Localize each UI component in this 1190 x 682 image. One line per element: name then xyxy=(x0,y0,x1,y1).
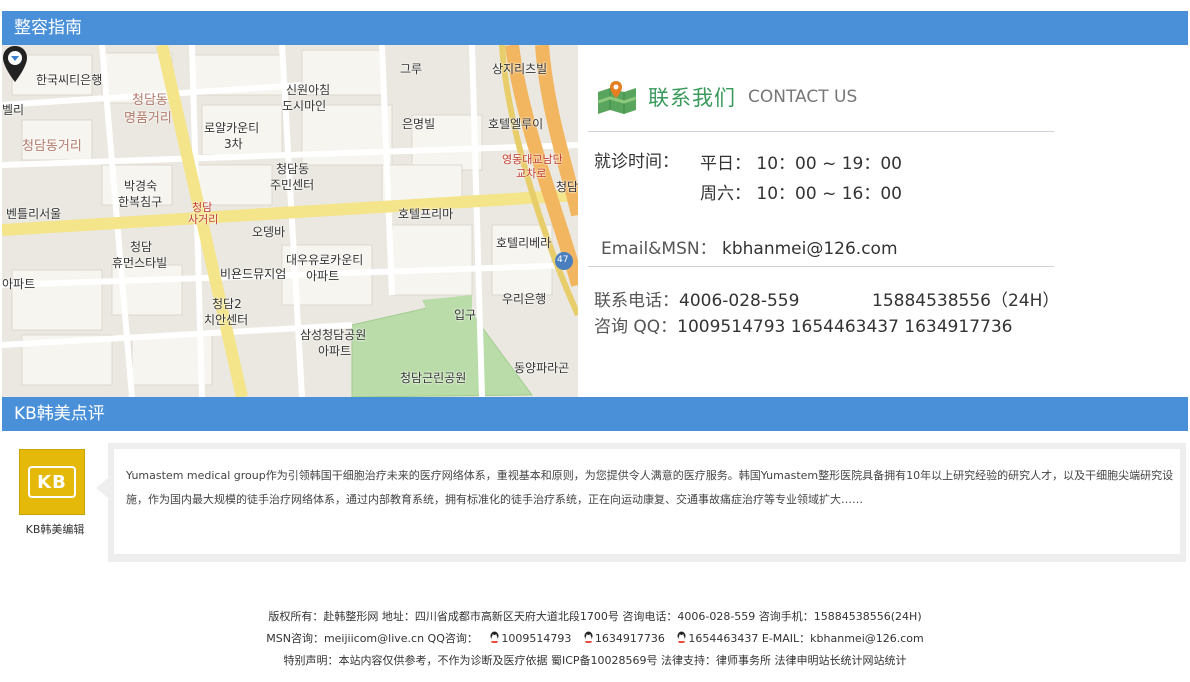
footer-qq3-link[interactable]: 1654463437 xyxy=(688,632,758,645)
phone-value: 4006-028-559 xyxy=(679,291,800,311)
map-label: 상지리츠빌 xyxy=(492,62,548,76)
saturday-hours: 周六： 10：00 ~ 16：00 xyxy=(700,184,902,204)
footer-qq1-link[interactable]: 1009514793 xyxy=(501,632,571,645)
map-label: 신원아침 xyxy=(286,83,331,97)
phone-row: 联系电话：4006-028-559 xyxy=(594,286,799,311)
location-map[interactable]: 한국씨티은행 청담동 명품거리 청담동거리 벨리 로얄카운티 3차 신원아침 도… xyxy=(2,45,578,397)
map-label: 벨리 xyxy=(2,103,25,117)
kb-logo: KB xyxy=(28,466,76,498)
qq-icon[interactable] xyxy=(489,631,500,644)
mobile-value: 15884538556（24H） xyxy=(872,291,1060,311)
email-row: Email&MSN： kbhanmei@126.com xyxy=(601,234,898,259)
divider xyxy=(588,266,1054,267)
map-label: 명품거리 xyxy=(124,111,172,126)
qq-icon[interactable] xyxy=(583,631,594,644)
map-label: 호텔프리마 xyxy=(398,207,454,221)
map-label: 호텔엘루이 xyxy=(488,117,544,131)
editor-avatar: KB xyxy=(19,449,85,515)
map-label: 치안센터 xyxy=(204,313,249,327)
footer-disclaimer: 特别声明：本站内容仅供参考，不作为诊断及医疗依据 蜀ICP备10028569号 … xyxy=(0,650,1190,672)
map-label: 한국씨티은행 xyxy=(36,73,103,87)
qq-label: 咨询 QQ： xyxy=(594,317,678,337)
footer-qq2-link[interactable]: 1634917736 xyxy=(595,632,665,645)
map-label: 그루 xyxy=(400,62,423,76)
review-text: Yumastem medical group作为引领韩国干细胞治疗未来的医疗网络… xyxy=(114,449,1180,554)
map-label: 아파트 xyxy=(306,269,340,283)
map-pin-icon[interactable] xyxy=(2,45,28,83)
footer: 版权所有：赴韩整形网 地址：四川省成都市高新区天府大道北段1700号 咨询电话：… xyxy=(0,606,1190,672)
map-label: 주민센터 xyxy=(270,178,315,192)
map-label: 은명빌 xyxy=(402,117,436,131)
weekday-hours: 平日： 10：00 ~ 19：00 xyxy=(700,154,902,174)
map-label: 47 xyxy=(557,255,569,265)
hours-label: 就诊时间： xyxy=(594,152,679,172)
map-label: 사거리 xyxy=(188,213,219,226)
map-label: 비욘드뮤지엄 xyxy=(220,267,287,281)
email-value[interactable]: kbhanmei@126.com xyxy=(722,239,898,259)
map-label: 도시마인 xyxy=(282,99,327,113)
map-location-icon xyxy=(597,81,637,114)
map-label: 입구 xyxy=(454,308,477,322)
footer-law-firm-link[interactable]: 律师事务所 xyxy=(716,654,771,667)
map-label: 벤틀리서울 xyxy=(6,207,62,221)
map-label: 교차로 xyxy=(516,167,547,180)
map-label: 박경숙 xyxy=(124,179,158,193)
divider xyxy=(588,131,1054,132)
qq-value: 1009514793 1654463437 1634917736 xyxy=(677,317,1013,337)
footer-stats-link[interactable]: 站长统计 xyxy=(819,654,863,667)
qq-row: 咨询 QQ：1009514793 1654463437 1634917736 xyxy=(594,312,1012,337)
footer-copyright: 版权所有：赴韩整形网 地址：四川省成都市高新区天府大道北段1700号 咨询电话：… xyxy=(268,610,922,623)
map-label: 청담동 xyxy=(132,93,168,108)
review-bubble-arrow xyxy=(96,478,108,498)
map-label: 호텔리베라 xyxy=(496,236,552,250)
map-label: 아파트 xyxy=(318,344,352,358)
map-label: 오뎅바 xyxy=(252,225,286,239)
map-label: 청담 xyxy=(130,240,153,254)
footer-contact-line: MSN咨询：meijiicom@live.cn QQ咨询： 1009514793… xyxy=(0,628,1190,650)
footer-site-stats-link[interactable]: 网站统计 xyxy=(863,654,907,667)
map-label: 대우유로카운티 xyxy=(286,253,364,267)
footer-disclaimer-text: 特别声明：本站内容仅供参考，不作为诊断及医疗依据 蜀ICP备10028569号 … xyxy=(283,654,717,667)
map-label: 우리은행 xyxy=(502,292,547,306)
review-section-header: KB韩美点评 xyxy=(2,397,1188,431)
email-label: Email&MSN： xyxy=(601,239,717,259)
map-label: 로얄카운티 xyxy=(204,121,260,135)
contact-panel: 联系我们 CONTACT US 就诊时间： 平日： 10：00 ~ 19：00 … xyxy=(580,45,1188,397)
map-label: 청담동 xyxy=(276,162,310,176)
map-label: 한복침구 xyxy=(118,195,163,209)
footer-legal-link[interactable]: 法律申明 xyxy=(775,654,819,667)
review-box: Yumastem medical group作为引领韩国干细胞治疗未来的医疗网络… xyxy=(108,443,1186,562)
footer-email: E-MAIL：kbhanmei@126.com xyxy=(758,632,924,645)
contact-title-cn: 联系我们 xyxy=(648,86,736,110)
contact-title: 联系我们 CONTACT US xyxy=(596,77,857,117)
map-label: 휴먼스타빌 xyxy=(112,256,168,270)
map-label: 삼성청담공원 xyxy=(300,328,367,342)
footer-msn: MSN咨询：meijiicom@live.cn QQ咨询： xyxy=(266,632,478,645)
contact-title-en: CONTACT US xyxy=(748,87,858,107)
phone-label: 联系电话： xyxy=(594,291,679,311)
map-label: 3차 xyxy=(224,137,243,151)
guide-section-header: 整容指南 xyxy=(2,11,1188,45)
editor-name: KB韩美编辑 xyxy=(25,523,85,536)
map-label: 동양파라곤 xyxy=(514,361,570,375)
map-label: 아파트 xyxy=(2,277,36,291)
map-label: 청담동거리 xyxy=(22,139,82,154)
map-label: 청담2 xyxy=(212,297,242,311)
map-label: 청담근린공원 xyxy=(400,371,467,385)
qq-icon[interactable] xyxy=(676,631,687,644)
map-label: 청담 xyxy=(556,180,578,194)
